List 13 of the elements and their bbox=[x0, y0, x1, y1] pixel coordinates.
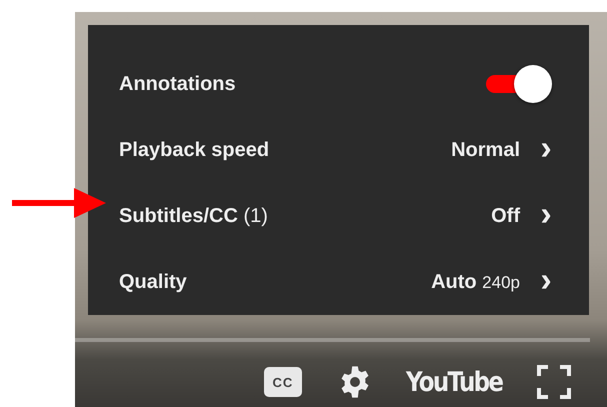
chevron-icon[interactable]: › bbox=[536, 131, 556, 169]
menu-item-value: Auto 240p bbox=[431, 270, 520, 294]
fullscreen-icon[interactable] bbox=[537, 365, 571, 399]
menu-item-label[interactable]: Playback speed bbox=[119, 138, 452, 162]
logo[interactable]: YouTube bbox=[406, 366, 502, 398]
menu-item-value: Normal bbox=[451, 138, 520, 162]
subtitles-button[interactable]: CC bbox=[264, 367, 302, 397]
chevron-icon[interactable]: › bbox=[536, 197, 556, 235]
chevron-icon[interactable]: › bbox=[536, 263, 556, 301]
menu-item-label[interactable]: Subtitles/CC (1) bbox=[119, 204, 492, 228]
menu-item-label[interactable]: Quality bbox=[119, 270, 432, 294]
menu-item-value: Off bbox=[491, 204, 520, 228]
menu-item-label[interactable]: Annotations bbox=[119, 72, 486, 96]
